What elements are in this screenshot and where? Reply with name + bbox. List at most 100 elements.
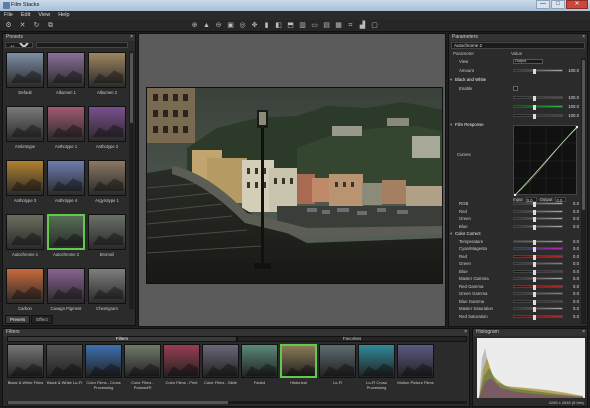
preset-item[interactable]: Carbon — [6, 268, 44, 318]
single-view-icon[interactable]: ▮ — [262, 22, 271, 30]
preset-filter-select[interactable]: All — [5, 42, 33, 48]
param-value[interactable]: 0.0 — [565, 245, 579, 252]
tab-filters[interactable]: Filters — [7, 336, 237, 342]
save-icon[interactable]: ▤ — [322, 22, 331, 30]
preset-item[interactable]: Anthotype 3 — [6, 160, 44, 210]
zoom-in-icon[interactable]: ⊕ — [190, 22, 199, 30]
hand-icon[interactable]: ✥ — [250, 22, 259, 30]
preset-item[interactable]: Cavagn Pigment — [47, 268, 85, 318]
filter-thumbnail[interactable] — [241, 344, 278, 378]
gear-icon[interactable]: ⚙ — [4, 22, 13, 30]
preset-item[interactable]: Bromoil — [88, 214, 126, 264]
curve-graph[interactable] — [513, 125, 579, 197]
preset-thumbnail[interactable] — [88, 160, 126, 196]
close-panel-icon[interactable]: × — [582, 34, 585, 41]
filter-item[interactable]: Motion Picture Films — [397, 344, 434, 390]
menu-view[interactable]: View — [38, 11, 50, 20]
compare-icon[interactable]: ⧉ — [46, 22, 55, 30]
minimize-button[interactable]: — — [536, 0, 550, 9]
param-value[interactable]: 0.0 — [565, 290, 579, 297]
filter-item[interactable]: Black & White Films — [7, 344, 44, 390]
collapse-arrow-icon[interactable]: ▾ — [450, 230, 452, 237]
filter-thumbnail[interactable] — [7, 344, 44, 378]
filter-thumbnail[interactable] — [85, 344, 122, 378]
preset-thumbnail[interactable] — [47, 268, 85, 304]
preset-item[interactable]: Albumen 2 — [88, 52, 126, 102]
filter-item[interactable]: Color Films - Slide — [202, 344, 239, 390]
param-slider[interactable] — [513, 96, 563, 101]
preset-name-field[interactable]: Autochrome 2 — [451, 42, 585, 49]
param-slider[interactable] — [513, 217, 563, 222]
close-button[interactable]: ✕ — [566, 0, 588, 9]
preset-thumbnail[interactable] — [6, 214, 44, 250]
param-value[interactable]: 0.0 — [565, 260, 579, 267]
parameters-scrollbar[interactable] — [581, 58, 586, 324]
close-panel-icon[interactable]: × — [464, 329, 467, 336]
param-slider[interactable] — [513, 262, 563, 267]
param-value[interactable]: 100.0 — [565, 67, 579, 74]
menu-help[interactable]: Help — [58, 11, 69, 20]
preset-thumbnail[interactable] — [47, 160, 85, 196]
param-slider[interactable] — [513, 292, 563, 297]
preview-image[interactable] — [146, 87, 443, 284]
open-icon[interactable]: ▭ — [310, 22, 319, 30]
export-icon[interactable]: ▦ — [334, 22, 343, 30]
param-value[interactable]: 100.0 — [565, 94, 579, 101]
param-value[interactable]: 0.0 — [565, 298, 579, 305]
filter-item[interactable]: Historical — [280, 344, 317, 390]
preset-thumbnail[interactable] — [47, 52, 85, 88]
filter-thumbnail[interactable] — [124, 344, 161, 378]
preset-thumbnail[interactable] — [88, 268, 126, 304]
param-value[interactable]: 0.0 — [565, 208, 579, 215]
preset-item[interactable]: Argyrotype 1 — [88, 160, 126, 210]
preset-thumbnail[interactable] — [6, 106, 44, 142]
tab-presets[interactable]: Presets — [5, 315, 31, 324]
preset-item[interactable]: Autochrome 1 — [6, 214, 44, 264]
collapse-arrow-icon[interactable]: ▾ — [450, 121, 452, 128]
param-slider[interactable] — [513, 307, 563, 312]
param-value[interactable]: 0.0 — [565, 268, 579, 275]
close-panel-icon[interactable]: × — [130, 34, 133, 41]
param-value[interactable]: 100.0 — [565, 103, 579, 110]
presets-scrollbar[interactable] — [129, 51, 134, 309]
param-value[interactable]: 0.0 — [565, 305, 579, 312]
param-slider[interactable] — [513, 69, 563, 74]
collapse-arrow-icon[interactable]: ▾ — [450, 76, 452, 83]
curve-editor[interactable] — [513, 125, 579, 197]
preset-item[interactable]: Chemigram — [88, 268, 126, 318]
preset-thumbnail[interactable] — [47, 106, 85, 142]
param-slider[interactable] — [513, 105, 563, 110]
param-slider[interactable] — [513, 284, 563, 290]
curve-input-field[interactable]: 0.0 — [525, 197, 537, 203]
tab-effect[interactable]: Effect — [31, 315, 53, 324]
preset-search-input[interactable] — [36, 42, 128, 48]
param-value[interactable]: 0.0 — [565, 313, 579, 320]
filter-item[interactable]: Lo-Fi Cross Processing — [358, 344, 395, 390]
filter-item[interactable]: Color Films - Print — [163, 344, 200, 390]
filter-thumbnail[interactable] — [319, 344, 356, 378]
presets-scroll-thumb[interactable] — [130, 53, 133, 123]
preset-item[interactable]: Default — [6, 52, 44, 102]
split-vertical-icon[interactable]: ◧ — [274, 22, 283, 30]
param-slider[interactable] — [513, 269, 563, 275]
param-slider[interactable] — [513, 277, 563, 282]
param-dropdown[interactable]: Output — [513, 59, 543, 64]
filter-thumbnail[interactable] — [46, 344, 83, 378]
param-slider[interactable] — [513, 254, 563, 260]
filter-item[interactable]: Color Films - Cross Processing — [85, 344, 122, 390]
filter-thumbnail[interactable] — [358, 344, 395, 378]
filter-thumbnail[interactable] — [280, 344, 317, 378]
param-slider[interactable] — [513, 209, 563, 215]
preset-item[interactable]: Anthotype 1 — [47, 106, 85, 156]
maximize-button[interactable]: □ — [551, 0, 565, 9]
preset-thumbnail[interactable] — [88, 106, 126, 142]
split-horizontal-icon[interactable]: ⬒ — [286, 22, 295, 30]
preset-thumbnail[interactable] — [88, 214, 126, 250]
param-value[interactable]: 0.0 — [565, 283, 579, 290]
param-checkbox[interactable] — [513, 86, 518, 91]
filter-item[interactable]: Black & White Lo-Fi — [46, 344, 83, 390]
param-slider[interactable] — [513, 114, 563, 119]
zoom-100-icon[interactable]: ◎ — [238, 22, 247, 30]
menu-edit[interactable]: Edit — [21, 11, 30, 20]
filter-item[interactable]: Color Films - Polaroid® — [124, 344, 161, 390]
